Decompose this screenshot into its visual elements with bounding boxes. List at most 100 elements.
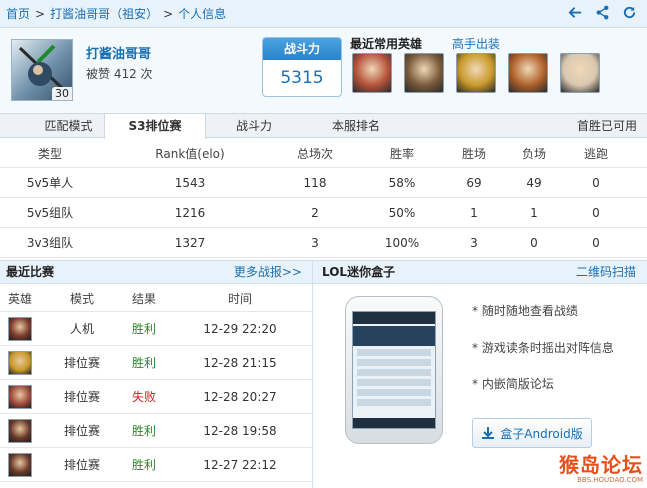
column-header: 英雄	[7, 292, 32, 306]
breadcrumb-separator: >	[35, 6, 46, 21]
tab-s3-ranked[interactable]: S3排位赛	[104, 114, 206, 139]
recent-matches-title: 最近比赛	[6, 265, 55, 279]
table-cell: 0	[592, 176, 600, 190]
table-row[interactable]: 人机 胜利 12-29 22:20	[0, 312, 312, 346]
watermark-url: BBS.HOUDAO.COM	[577, 476, 643, 484]
expert-build-link[interactable]: 高手出装	[452, 35, 500, 52]
watermark-title: 猴岛论坛	[559, 453, 643, 477]
column-header: 总场次	[296, 147, 333, 161]
ranked-table-header: 类型 Rank值(elo) 总场次 胜率 胜场 负场 逃跑	[0, 140, 647, 168]
recent-matches-header: 最近比赛 更多战报>>	[0, 260, 312, 284]
favorite-heroes-title: 最近常用英雄	[350, 37, 423, 51]
match-result: 胜利	[131, 356, 156, 370]
ranked-stats-table: 类型 Rank值(elo) 总场次 胜率 胜场 负场 逃跑 5v5单人 1543 118 58% 69…	[0, 140, 647, 258]
table-cell: 1	[530, 206, 538, 220]
forum-watermark: 猴岛论坛 BBS.HOUDAO.COM	[559, 454, 643, 484]
match-time: 12-28 20:27	[203, 390, 277, 404]
first-win-status: 首胜已可用	[576, 119, 637, 133]
breadcrumb-player[interactable]: 打酱油哥哥（祖安）	[50, 5, 158, 22]
match-hero-icon	[8, 317, 32, 341]
table-cell: 118	[303, 176, 327, 190]
column-header: 胜场	[461, 147, 486, 161]
table-row[interactable]: 排位赛 胜利 12-27 22:12	[0, 448, 312, 482]
recent-matches-header-row: 英雄 模式 结果 时间	[0, 286, 312, 312]
profile-section: 30 打酱油哥哥 被赞 412 次 战斗力 5315 最近常用英雄 高手出装	[0, 29, 647, 113]
level-badge: 30	[52, 87, 72, 100]
power-box: 战斗力 5315	[262, 37, 342, 97]
favorite-hero-2[interactable]	[404, 53, 444, 93]
table-cell: 100%	[384, 236, 420, 250]
phone-preview-image	[345, 296, 443, 444]
tab-power[interactable]: 战斗力	[206, 114, 302, 138]
qr-scan-link[interactable]: 二维码扫描	[576, 261, 636, 284]
refresh-icon[interactable]	[622, 5, 637, 20]
match-hero-icon	[8, 453, 32, 477]
recent-matches-table: 英雄 模式 结果 时间 人机 胜利 12-29 22:20 排位赛 胜利 12-28 21:15 排…	[0, 286, 312, 482]
power-value: 5315	[280, 68, 324, 88]
table-cell: 58%	[388, 176, 416, 190]
table-row[interactable]: 排位赛 胜利 12-28 19:58	[0, 414, 312, 448]
tab-server-rank[interactable]: 本服排名	[302, 114, 410, 138]
share-icon[interactable]	[595, 5, 610, 20]
match-result: 失败	[131, 390, 156, 404]
table-cell: 1	[470, 206, 478, 220]
match-hero-icon	[8, 385, 32, 409]
table-cell: 0	[592, 236, 600, 250]
match-time: 12-28 19:58	[203, 424, 277, 438]
android-download-button[interactable]: 盒子Android版	[472, 418, 592, 448]
feature-text: * 游戏读条时摇出对阵信息	[472, 341, 614, 355]
table-cell: 3v3组队	[26, 236, 74, 250]
favorite-hero-1[interactable]	[352, 53, 392, 93]
mini-box-title: LOL迷你盒子	[322, 265, 396, 279]
table-cell: 49	[526, 176, 542, 190]
favorite-hero-4[interactable]	[508, 53, 548, 93]
table-cell: 2	[311, 206, 319, 220]
player-name[interactable]: 打酱油哥哥	[86, 43, 151, 62]
likes-count: 被赞 412 次	[86, 67, 153, 81]
phone-screen	[352, 311, 436, 429]
breadcrumb-page: 个人信息	[178, 7, 227, 21]
android-button-label: 盒子Android版	[500, 426, 583, 441]
table-cell: 69	[466, 176, 482, 190]
match-time: 12-27 22:12	[203, 458, 277, 472]
tab-bar: 匹配模式 S3排位赛 战斗力 本服排名 首胜已可用	[0, 113, 647, 139]
table-cell: 5v5组队	[26, 206, 74, 220]
breadcrumb-home[interactable]: 首页	[6, 5, 30, 22]
column-header: 胜率	[389, 147, 414, 161]
match-result: 胜利	[131, 424, 156, 438]
feature-text: * 随时随地查看战绩	[472, 304, 578, 318]
column-header: 负场	[521, 147, 546, 161]
top-bar: 首页 > 打酱油哥哥（祖安） > 个人信息	[0, 0, 647, 28]
table-cell: 3	[311, 236, 319, 250]
column-header: 时间	[227, 292, 252, 306]
table-row: 5v5单人 1543 118 58% 69 49 0	[0, 168, 647, 198]
table-cell: 3	[470, 236, 478, 250]
table-row[interactable]: 排位赛 胜利 12-28 21:15	[0, 346, 312, 380]
table-cell: 1216	[174, 206, 206, 220]
mini-box-header: LOL迷你盒子 二维码扫描	[313, 260, 647, 284]
back-arrow-icon[interactable]	[568, 5, 583, 20]
column-header: 结果	[131, 292, 156, 306]
table-cell: 1327	[174, 236, 206, 250]
column-header: Rank值(elo)	[155, 147, 225, 161]
avatar: 30	[11, 39, 73, 101]
match-result: 胜利	[131, 322, 156, 336]
match-hero-icon	[8, 351, 32, 375]
column-header: 逃跑	[583, 147, 608, 161]
match-hero-icon	[8, 419, 32, 443]
power-title: 战斗力	[263, 38, 341, 60]
breadcrumb-separator: >	[163, 6, 174, 21]
table-cell: 1543	[174, 176, 206, 190]
table-cell: 5v5单人	[26, 176, 74, 190]
match-result: 胜利	[131, 458, 156, 472]
table-cell: 50%	[388, 206, 416, 220]
table-row: 5v5组队 1216 2 50% 1 1 0	[0, 198, 647, 228]
favorite-hero-5[interactable]	[560, 53, 600, 93]
match-time: 12-29 22:20	[203, 322, 277, 336]
feature-text: * 内嵌简版论坛	[472, 377, 554, 391]
section-divider	[312, 260, 313, 488]
table-cell: 0	[530, 236, 538, 250]
table-row[interactable]: 排位赛 失败 12-28 20:27	[0, 380, 312, 414]
favorite-hero-3[interactable]	[456, 53, 496, 93]
more-reports-link[interactable]: 更多战报>>	[234, 261, 302, 284]
